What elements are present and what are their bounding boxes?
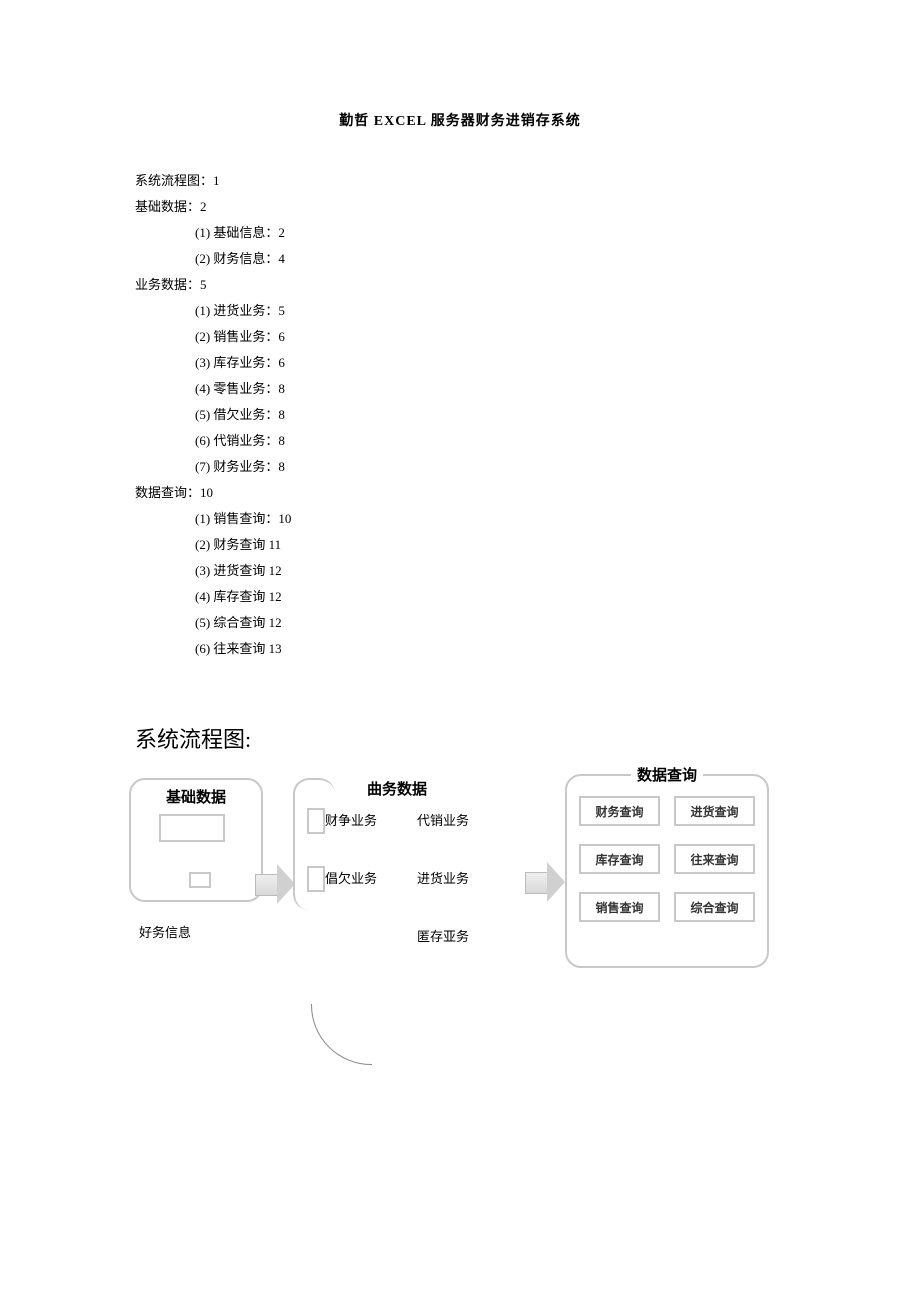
- panel-title: 数据查询: [631, 764, 703, 785]
- panel-title: 曲务数据: [367, 778, 427, 799]
- toc-subitem: (3) 库存业务：6: [195, 350, 785, 376]
- placeholder-box: [159, 814, 225, 842]
- query-button-grid: 财务查询 进货查询 库存查询 往来查询 销售查询 综合查询: [579, 796, 755, 922]
- placeholder-box: [189, 872, 211, 888]
- toc-subitem: (4) 库存查询 12: [195, 584, 785, 610]
- document-title: 勤哲 EXCEL 服务器财务进销存系统: [135, 110, 785, 130]
- curve-icon: [311, 1004, 372, 1065]
- panel-basic-data: 基础数据: [129, 778, 263, 902]
- toc-subitem: (2) 销售业务：6: [195, 324, 785, 350]
- panel-data-query: 数据查询 财务查询 进货查询 库存查询 往来查询 销售查询 综合查询: [565, 774, 769, 968]
- document-page: 勤哲 EXCEL 服务器财务进销存系统 系统流程图：1 基础数据：2 (1) 基…: [0, 0, 920, 1154]
- query-button: 综合查询: [674, 892, 755, 922]
- diagram-label: 财争业务: [325, 810, 377, 829]
- section-heading: 系统流程图:: [135, 722, 785, 754]
- toc-subitem: (1) 销售查询：10: [195, 506, 785, 532]
- toc-item: 业务数据：5: [135, 272, 785, 298]
- toc-subitem: (7) 财务业务：8: [195, 454, 785, 480]
- diagram-label: 好务信息: [139, 922, 191, 941]
- toc-subitem: (6) 往来查询 13: [195, 636, 785, 662]
- toc-subitem: (1) 基础信息：2: [195, 220, 785, 246]
- diagram-label: 进货业务: [417, 868, 469, 887]
- toc-subitem: (6) 代销业务：8: [195, 428, 785, 454]
- diagram-label: 倡欠业务: [325, 868, 377, 887]
- toc-subitem: (2) 财务信息：4: [195, 246, 785, 272]
- placeholder-box: [307, 808, 325, 834]
- query-button: 库存查询: [579, 844, 660, 874]
- toc-subitem: (4) 零售业务：8: [195, 376, 785, 402]
- flow-diagram: 基础数据 好务信息 曲务数据 财争业务 代销业务 倡欠业务 进货业务 匿存亚务 …: [135, 774, 785, 1094]
- arrow-icon: [525, 862, 565, 902]
- query-button: 进货查询: [674, 796, 755, 826]
- diagram-label: 代销业务: [417, 810, 469, 829]
- toc-item: 系统流程图：1: [135, 168, 785, 194]
- toc-subitem: (2) 财务查询 11: [195, 532, 785, 558]
- table-of-contents: 系统流程图：1 基础数据：2 (1) 基础信息：2 (2) 财务信息：4 业务数…: [135, 168, 785, 662]
- query-button: 往来查询: [674, 844, 755, 874]
- toc-subitem: (1) 进货业务：5: [195, 298, 785, 324]
- diagram-label: 匿存亚务: [417, 926, 469, 945]
- query-button: 销售查询: [579, 892, 660, 922]
- query-button: 财务查询: [579, 796, 660, 826]
- arrow-icon: [255, 864, 295, 904]
- toc-subitem: (5) 综合查询 12: [195, 610, 785, 636]
- toc-subitem: (5) 借欠业务：8: [195, 402, 785, 428]
- toc-subitem: (3) 进货查询 12: [195, 558, 785, 584]
- toc-item: 数据查询：10: [135, 480, 785, 506]
- panel-title: 基础数据: [160, 786, 232, 807]
- placeholder-box: [307, 866, 325, 892]
- toc-item: 基础数据：2: [135, 194, 785, 220]
